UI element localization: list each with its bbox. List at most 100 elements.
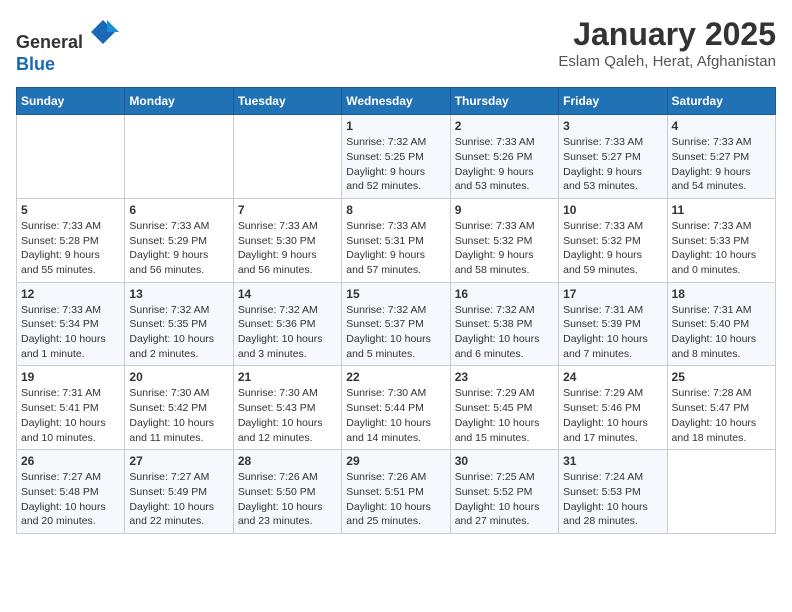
day-number: 21 (238, 370, 337, 384)
day-info: Sunrise: 7:32 AM Sunset: 5:37 PM Dayligh… (346, 303, 445, 362)
day-number: 12 (21, 287, 120, 301)
page-header: General Blue January 2025 Eslam Qaleh, H… (16, 16, 776, 75)
day-info: Sunrise: 7:30 AM Sunset: 5:42 PM Dayligh… (129, 386, 228, 445)
title-block: January 2025 Eslam Qaleh, Herat, Afghani… (558, 16, 776, 70)
day-number: 27 (129, 454, 228, 468)
day-cell: 17 Sunrise: 7:31 AM Sunset: 5:39 PM Dayli… (559, 282, 667, 366)
day-info: Sunrise: 7:33 AM Sunset: 5:28 PM Dayligh… (21, 219, 120, 278)
day-number: 11 (672, 203, 771, 217)
day-number: 25 (672, 370, 771, 384)
day-cell (125, 115, 233, 199)
day-info: Sunrise: 7:26 AM Sunset: 5:51 PM Dayligh… (346, 470, 445, 529)
week-row-3: 12Sunrise: 7:33 AM Sunset: 5:34 PM Dayli… (17, 282, 776, 366)
day-number: 5 (21, 203, 120, 217)
day-cell: 4 Sunrise: 7:33 AM Sunset: 5:27 PM Daylig… (667, 115, 775, 199)
week-row-5: 26Sunrise: 7:27 AM Sunset: 5:48 PM Dayli… (17, 450, 776, 534)
weekday-header-friday: Friday (559, 88, 667, 115)
day-cell: 15 Sunrise: 7:32 AM Sunset: 5:37 PM Dayli… (342, 282, 450, 366)
day-cell: 12Sunrise: 7:33 AM Sunset: 5:34 PM Dayli… (17, 282, 125, 366)
day-number: 3 (563, 119, 662, 133)
day-number: 14 (238, 287, 337, 301)
day-info: Sunrise: 7:33 AM Sunset: 5:31 PM Dayligh… (346, 219, 445, 278)
day-cell: 5 Sunrise: 7:33 AM Sunset: 5:28 PM Daylig… (17, 198, 125, 282)
day-cell: 20 Sunrise: 7:30 AM Sunset: 5:42 PM Dayli… (125, 366, 233, 450)
day-number: 24 (563, 370, 662, 384)
day-info: Sunrise: 7:31 AM Sunset: 5:41 PM Dayligh… (21, 386, 120, 445)
day-cell: 19 Sunrise: 7:31 AM Sunset: 5:41 PM Dayli… (17, 366, 125, 450)
weekday-header-row: SundayMondayTuesdayWednesdayThursdayFrid… (17, 88, 776, 115)
day-cell: 24 Sunrise: 7:29 AM Sunset: 5:46 PM Dayli… (559, 366, 667, 450)
weekday-header-thursday: Thursday (450, 88, 558, 115)
day-number: 9 (455, 203, 554, 217)
day-info: Sunrise: 7:26 AM Sunset: 5:50 PM Dayligh… (238, 470, 337, 529)
day-cell (17, 115, 125, 199)
weekday-header-saturday: Saturday (667, 88, 775, 115)
day-number: 30 (455, 454, 554, 468)
day-cell: 22Sunrise: 7:30 AM Sunset: 5:44 PM Dayli… (342, 366, 450, 450)
weekday-header-tuesday: Tuesday (233, 88, 341, 115)
day-cell: 31Sunrise: 7:24 AM Sunset: 5:53 PM Dayli… (559, 450, 667, 534)
day-number: 16 (455, 287, 554, 301)
day-cell: 8Sunrise: 7:33 AM Sunset: 5:31 PM Daylig… (342, 198, 450, 282)
week-row-4: 19 Sunrise: 7:31 AM Sunset: 5:41 PM Dayli… (17, 366, 776, 450)
day-info: Sunrise: 7:30 AM Sunset: 5:43 PM Dayligh… (238, 386, 337, 445)
day-cell: 6Sunrise: 7:33 AM Sunset: 5:29 PM Daylig… (125, 198, 233, 282)
day-info: Sunrise: 7:28 AM Sunset: 5:47 PM Dayligh… (672, 386, 771, 445)
day-info: Sunrise: 7:27 AM Sunset: 5:48 PM Dayligh… (21, 470, 120, 529)
day-info: Sunrise: 7:25 AM Sunset: 5:52 PM Dayligh… (455, 470, 554, 529)
day-number: 10 (563, 203, 662, 217)
day-cell: 13 Sunrise: 7:32 AM Sunset: 5:35 PM Dayli… (125, 282, 233, 366)
day-number: 19 (21, 370, 120, 384)
day-info: Sunrise: 7:32 AM Sunset: 5:35 PM Dayligh… (129, 303, 228, 362)
day-cell: 28 Sunrise: 7:26 AM Sunset: 5:50 PM Dayli… (233, 450, 341, 534)
day-cell: 29 Sunrise: 7:26 AM Sunset: 5:51 PM Dayli… (342, 450, 450, 534)
day-cell (667, 450, 775, 534)
day-number: 1 (346, 119, 445, 133)
day-number: 6 (129, 203, 228, 217)
day-cell: 11 Sunrise: 7:33 AM Sunset: 5:33 PM Dayli… (667, 198, 775, 282)
day-cell: 10 Sunrise: 7:33 AM Sunset: 5:32 PM Dayli… (559, 198, 667, 282)
day-cell: 21 Sunrise: 7:30 AM Sunset: 5:43 PM Dayli… (233, 366, 341, 450)
day-cell: 14Sunrise: 7:32 AM Sunset: 5:36 PM Dayli… (233, 282, 341, 366)
day-info: Sunrise: 7:33 AM Sunset: 5:27 PM Dayligh… (563, 135, 662, 194)
day-number: 28 (238, 454, 337, 468)
day-info: Sunrise: 7:33 AM Sunset: 5:32 PM Dayligh… (563, 219, 662, 278)
week-row-2: 5 Sunrise: 7:33 AM Sunset: 5:28 PM Daylig… (17, 198, 776, 282)
day-number: 7 (238, 203, 337, 217)
day-cell: 16 Sunrise: 7:32 AM Sunset: 5:38 PM Dayli… (450, 282, 558, 366)
day-number: 13 (129, 287, 228, 301)
day-cell: 26Sunrise: 7:27 AM Sunset: 5:48 PM Dayli… (17, 450, 125, 534)
day-number: 20 (129, 370, 228, 384)
day-info: Sunrise: 7:32 AM Sunset: 5:38 PM Dayligh… (455, 303, 554, 362)
logo-blue: Blue (16, 54, 55, 74)
day-info: Sunrise: 7:33 AM Sunset: 5:30 PM Dayligh… (238, 219, 337, 278)
day-cell: 9Sunrise: 7:33 AM Sunset: 5:32 PM Daylig… (450, 198, 558, 282)
day-info: Sunrise: 7:33 AM Sunset: 5:33 PM Dayligh… (672, 219, 771, 278)
day-cell: 30 Sunrise: 7:25 AM Sunset: 5:52 PM Dayli… (450, 450, 558, 534)
day-cell: 1 Sunrise: 7:32 AM Sunset: 5:25 PM Daylig… (342, 115, 450, 199)
week-row-1: 1 Sunrise: 7:32 AM Sunset: 5:25 PM Daylig… (17, 115, 776, 199)
day-info: Sunrise: 7:33 AM Sunset: 5:27 PM Dayligh… (672, 135, 771, 194)
day-number: 18 (672, 287, 771, 301)
logo-general: General (16, 32, 83, 52)
day-info: Sunrise: 7:32 AM Sunset: 5:25 PM Dayligh… (346, 135, 445, 194)
day-cell: 25 Sunrise: 7:28 AM Sunset: 5:47 PM Dayli… (667, 366, 775, 450)
day-number: 4 (672, 119, 771, 133)
day-info: Sunrise: 7:24 AM Sunset: 5:53 PM Dayligh… (563, 470, 662, 529)
day-number: 29 (346, 454, 445, 468)
day-number: 15 (346, 287, 445, 301)
day-cell (233, 115, 341, 199)
logo-icon (87, 16, 119, 48)
calendar-title: January 2025 (558, 16, 776, 53)
calendar-table: SundayMondayTuesdayWednesdayThursdayFrid… (16, 87, 776, 534)
day-cell: 7 Sunrise: 7:33 AM Sunset: 5:30 PM Daylig… (233, 198, 341, 282)
weekday-header-wednesday: Wednesday (342, 88, 450, 115)
day-info: Sunrise: 7:29 AM Sunset: 5:46 PM Dayligh… (563, 386, 662, 445)
day-info: Sunrise: 7:31 AM Sunset: 5:40 PM Dayligh… (672, 303, 771, 362)
day-info: Sunrise: 7:29 AM Sunset: 5:45 PM Dayligh… (455, 386, 554, 445)
day-number: 22 (346, 370, 445, 384)
day-number: 2 (455, 119, 554, 133)
day-info: Sunrise: 7:31 AM Sunset: 5:39 PM Dayligh… (563, 303, 662, 362)
day-number: 23 (455, 370, 554, 384)
day-number: 17 (563, 287, 662, 301)
